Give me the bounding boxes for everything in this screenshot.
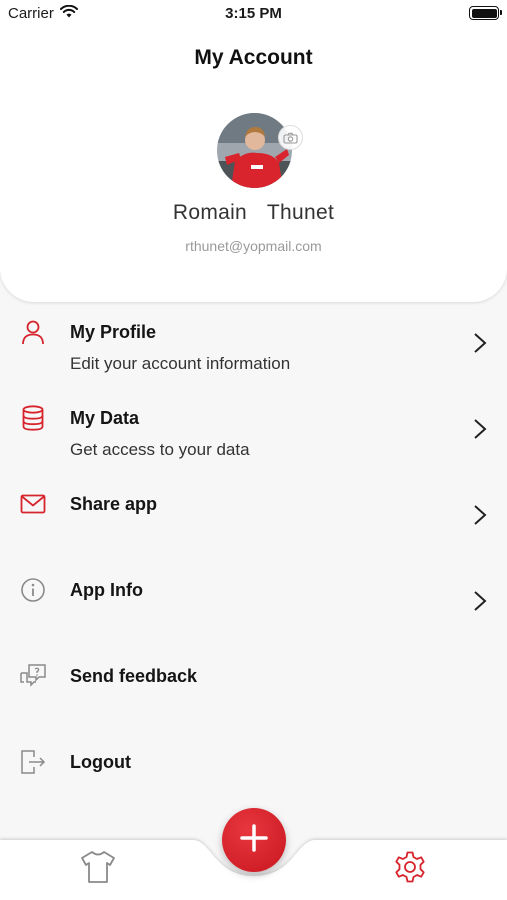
- menu-item-title: My Data: [70, 408, 140, 428]
- menu-item-title: Logout: [70, 752, 131, 772]
- avatar[interactable]: [217, 113, 292, 188]
- user-email: rthunet@yopmail.com: [185, 238, 322, 254]
- menu-item-share-app[interactable]: Share app: [0, 484, 507, 564]
- plus-icon: [239, 823, 269, 858]
- battery-icon: [469, 6, 502, 20]
- chevron-right-icon: [473, 332, 487, 354]
- camera-icon[interactable]: [278, 125, 303, 150]
- menu-item-title: Share app: [70, 494, 158, 514]
- menu-item-send-feedback[interactable]: Send feedback: [0, 656, 507, 736]
- menu-item-title: My Profile: [70, 322, 157, 342]
- shirt-icon[interactable]: [80, 850, 116, 884]
- logout-icon: [19, 748, 47, 776]
- menu-item-subtitle: Edit your account information: [70, 354, 291, 373]
- page-title: My Account: [194, 46, 313, 69]
- user-icon: [19, 318, 47, 346]
- status-bar: Carrier 3:15 PM: [0, 0, 507, 28]
- status-time: 3:15 PM: [225, 5, 282, 22]
- menu-item-my-profile[interactable]: My Profile Edit your account information: [0, 312, 507, 392]
- chevron-right-icon: [473, 418, 487, 440]
- menu-item-app-info[interactable]: App Info: [0, 570, 507, 650]
- info-icon: [19, 576, 47, 604]
- chevron-right-icon: [473, 590, 487, 612]
- menu-item-title: Send feedback: [70, 666, 198, 686]
- menu-item-subtitle: Get access to your data: [70, 440, 250, 459]
- add-button[interactable]: [222, 808, 286, 872]
- chevron-right-icon: [473, 504, 487, 526]
- mail-icon: [19, 490, 47, 518]
- gear-icon[interactable]: [392, 849, 428, 885]
- user-name: Romain Thunet: [172, 201, 335, 224]
- menu-item-title: App Info: [70, 580, 143, 600]
- database-icon: [19, 404, 47, 432]
- menu-item-my-data[interactable]: My Data Get access to your data: [0, 398, 507, 478]
- feedback-icon: [19, 662, 47, 690]
